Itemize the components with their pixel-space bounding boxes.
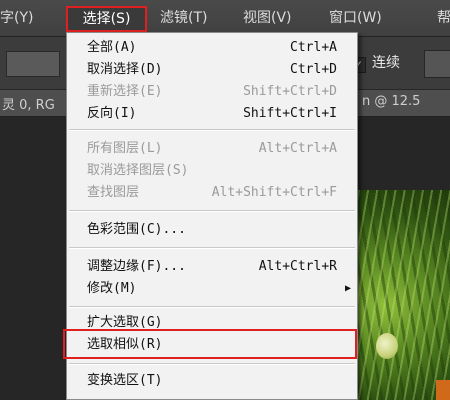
menu-item-shortcut: Ctrl+A xyxy=(290,40,337,55)
menu-window[interactable]: 窗口(W) xyxy=(329,6,382,30)
menu-item-shortcut: Shift+Ctrl+D xyxy=(243,84,337,99)
options-button[interactable] xyxy=(424,50,450,78)
menu-item-modify[interactable]: 修改(M) ▶ xyxy=(67,278,357,299)
menu-item-label: 色彩范围(C)... xyxy=(87,222,186,237)
menu-type[interactable]: 字(Y) xyxy=(0,6,33,30)
menu-item-label: 调整边缘(F)... xyxy=(87,259,186,274)
menu-item-label: 取消选择(D) xyxy=(87,62,163,77)
menu-separator xyxy=(69,129,355,131)
menu-item-label: 全部(A) xyxy=(87,40,137,55)
menu-item-label: 取消选择图层(S) xyxy=(87,163,189,178)
menu-item-find-layers: 查找图层 Alt+Shift+Ctrl+F xyxy=(67,182,357,203)
menu-item-shortcut: Alt+Ctrl+R xyxy=(258,259,337,274)
menu-item-all[interactable]: 全部(A) Ctrl+A xyxy=(67,37,357,58)
submenu-arrow-icon: ▶ xyxy=(344,283,351,294)
canvas-image xyxy=(358,190,450,400)
menu-item-label: 反向(I) xyxy=(87,106,137,121)
menu-select[interactable]: 选择(S) xyxy=(66,6,147,32)
menu-item-color-range[interactable]: 色彩范围(C)... xyxy=(67,219,357,240)
menu-separator xyxy=(69,247,355,249)
menu-item-reselect: 重新选择(E) Shift+Ctrl+D xyxy=(67,81,357,102)
menu-item-shortcut: Ctrl+D xyxy=(290,62,337,77)
menu-item-inverse[interactable]: 反向(I) Shift+Ctrl+I xyxy=(67,103,357,124)
menu-separator xyxy=(69,363,355,365)
menu-view[interactable]: 视图(V) xyxy=(243,6,292,30)
menu-item-label: 修改(M) xyxy=(87,281,137,296)
menu-filter[interactable]: 滤镜(T) xyxy=(160,6,207,30)
menu-item-all-layers: 所有图层(L) Alt+Ctrl+A xyxy=(67,138,357,159)
menu-item-deselect-layers: 取消选择图层(S) xyxy=(67,160,357,181)
menu-item-shortcut: Alt+Shift+Ctrl+F xyxy=(211,185,337,200)
highlight-box xyxy=(63,329,357,359)
canvas-image-flower-bud xyxy=(376,333,398,359)
menu-item-shortcut: Alt+Ctrl+A xyxy=(258,141,337,156)
panel-edge xyxy=(436,380,450,400)
menu-separator xyxy=(69,306,355,308)
menu-item-label: 重新选择(E) xyxy=(87,84,163,99)
document-tab-zoom: n @ 12.5 xyxy=(362,94,421,109)
select-menu-dropdown: 全部(A) Ctrl+A 取消选择(D) Ctrl+D 重新选择(E) Shif… xyxy=(63,32,358,400)
menu-item-label: 所有图层(L) xyxy=(87,141,163,156)
contiguous-label: 连续 xyxy=(372,55,400,71)
menu-help[interactable]: 帮 xyxy=(437,6,450,30)
menu-item-label: 变换选区(T) xyxy=(87,373,163,388)
menu-item-refine-edge[interactable]: 调整边缘(F)... Alt+Ctrl+R xyxy=(67,256,357,277)
menu-item-deselect[interactable]: 取消选择(D) Ctrl+D xyxy=(67,59,357,80)
menu-separator xyxy=(69,210,355,212)
menu-item-transform-selection[interactable]: 变换选区(T) xyxy=(67,370,357,391)
document-tab-title: 灵 0, RG xyxy=(2,98,55,113)
menu-item-label: 查找图层 xyxy=(87,185,140,200)
menu-item-shortcut: Shift+Ctrl+I xyxy=(243,106,337,121)
tool-option-control[interactable] xyxy=(6,51,60,77)
